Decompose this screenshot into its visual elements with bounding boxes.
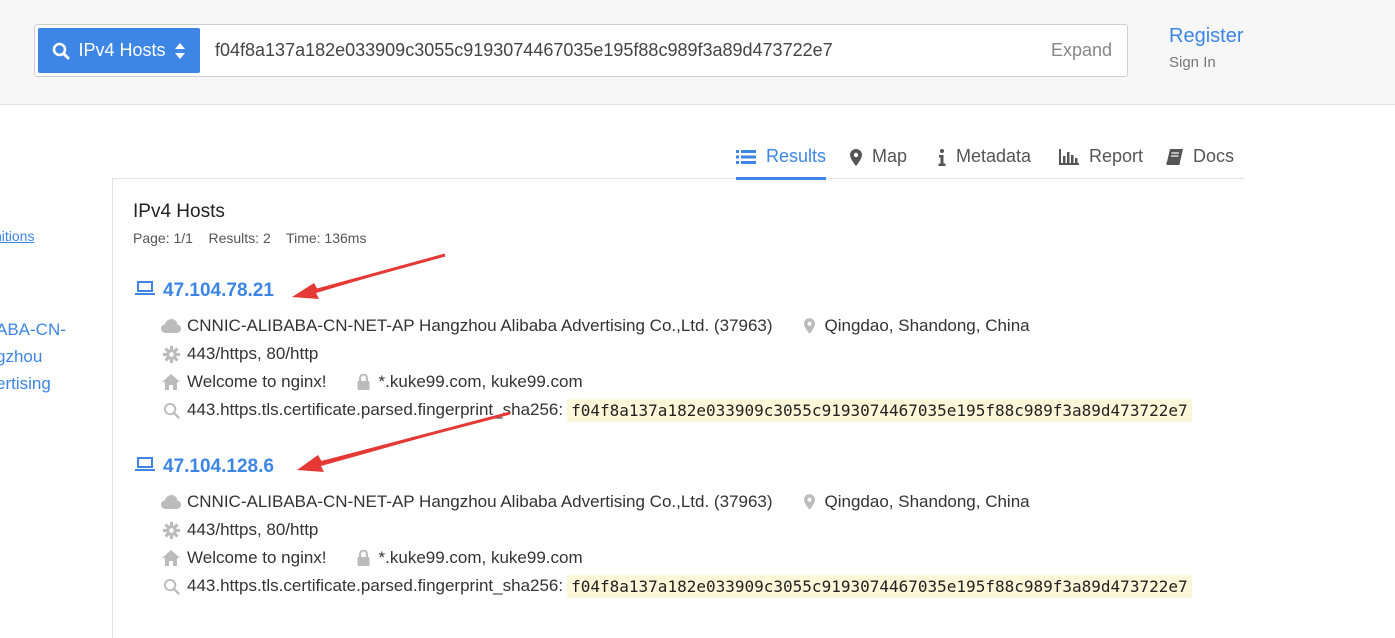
- host-match-row: 443.https.tls.certificate.parsed.fingerp…: [161, 574, 1245, 598]
- list-icon: [736, 146, 756, 170]
- definitions-link[interactable]: nitions: [0, 228, 34, 244]
- host-title-row: Welcome to nginx! *.kuke99.com, kuke99.c…: [161, 370, 583, 394]
- gear-icon: [161, 345, 181, 363]
- tab-label: Results: [766, 146, 827, 166]
- facet-line: ertising: [0, 374, 51, 393]
- sort-updown-icon: [174, 42, 186, 60]
- map-marker-icon: [850, 146, 862, 171]
- map-marker-icon: [801, 318, 819, 334]
- facet-line: ABA-CN-: [0, 320, 66, 339]
- tab-docs[interactable]: Docs: [1166, 146, 1234, 176]
- host-page-title: Welcome to nginx!: [187, 548, 327, 567]
- search-box: IPv4 Hosts f04f8a137a182e033909c3055c919…: [34, 24, 1128, 77]
- host-location: Qingdao, Shandong, China: [824, 492, 1030, 511]
- host-asn: CNNIC-ALIBABA-CN-NET-AP Hangzhou Alibaba…: [187, 316, 773, 335]
- host-cert-names: *.kuke99.com, kuke99.com: [378, 372, 583, 391]
- facet-sidebar: nitions ABA-CN- gzhou ertising: [0, 178, 113, 638]
- host-ip-link[interactable]: 47.104.78.21: [135, 280, 274, 302]
- tab-map[interactable]: Map: [850, 146, 907, 176]
- host-title-row: Welcome to nginx! *.kuke99.com, kuke99.c…: [161, 546, 583, 570]
- info-icon: [938, 146, 946, 171]
- view-tabs: Results Map Metadata Report Docs: [112, 140, 1244, 180]
- laptop-icon: [135, 456, 155, 478]
- host-ip-link[interactable]: 47.104.128.6: [135, 456, 274, 478]
- tab-label: Metadata: [956, 146, 1032, 166]
- annotation-arrow-1: [292, 253, 446, 299]
- expand-button[interactable]: Expand: [1051, 25, 1112, 76]
- facet-asn-link[interactable]: ABA-CN- gzhou ertising: [0, 316, 96, 397]
- search-type-label: IPv4 Hosts: [78, 40, 166, 60]
- host-location: Qingdao, Shandong, China: [824, 316, 1030, 335]
- book-icon: [1166, 146, 1183, 170]
- tab-label: Map: [872, 146, 908, 166]
- register-link[interactable]: Register: [1169, 25, 1243, 48]
- tab-metadata[interactable]: Metadata: [938, 146, 1031, 176]
- search-icon: [161, 578, 181, 595]
- tab-label: Report: [1089, 146, 1144, 166]
- host-services-row: 443/https, 80/http: [161, 342, 318, 366]
- results-meta: Page: 1/1 Results: 2 Time: 136ms: [133, 230, 367, 246]
- host-match-value: f04f8a137a182e033909c3055c9193074467035e…: [567, 398, 1192, 422]
- host-match-row: 443.https.tls.certificate.parsed.fingerp…: [161, 398, 1245, 422]
- host-match-field: 443.https.tls.certificate.parsed.fingerp…: [187, 576, 564, 595]
- bar-chart-icon: [1059, 146, 1079, 170]
- sign-in-link[interactable]: Sign In: [1169, 54, 1216, 71]
- search-input[interactable]: f04f8a137a182e033909c3055c9193074467035e…: [215, 25, 833, 76]
- host-asn-row: CNNIC-ALIBABA-CN-NET-AP Hangzhou Alibaba…: [161, 490, 1030, 514]
- tab-label: Docs: [1193, 146, 1235, 166]
- search-type-dropdown[interactable]: IPv4 Hosts: [38, 28, 200, 73]
- host-ip: 47.104.78.21: [163, 280, 274, 301]
- facet-line: gzhou: [0, 347, 43, 366]
- home-icon: [161, 550, 181, 566]
- host-match-field: 443.https.tls.certificate.parsed.fingerp…: [187, 400, 564, 419]
- search-icon: [52, 42, 70, 60]
- cloud-icon: [161, 495, 181, 509]
- tab-report[interactable]: Report: [1059, 146, 1143, 176]
- lock-icon: [355, 374, 373, 390]
- host-services-row: 443/https, 80/http: [161, 518, 318, 542]
- search-icon: [161, 402, 181, 419]
- host-cert-names: *.kuke99.com, kuke99.com: [378, 548, 583, 567]
- laptop-icon: [135, 280, 155, 302]
- top-bar: IPv4 Hosts f04f8a137a182e033909c3055c919…: [0, 0, 1395, 105]
- map-marker-icon: [801, 494, 819, 510]
- home-icon: [161, 374, 181, 390]
- host-match-value: f04f8a137a182e033909c3055c9193074467035e…: [567, 574, 1192, 598]
- host-services: 443/https, 80/http: [187, 520, 319, 539]
- tab-results[interactable]: Results: [736, 146, 827, 180]
- lock-icon: [355, 550, 373, 566]
- host-page-title: Welcome to nginx!: [187, 372, 327, 391]
- host-services: 443/https, 80/http: [187, 344, 319, 363]
- results-title: IPv4 Hosts: [133, 201, 225, 222]
- host-ip: 47.104.128.6: [163, 456, 274, 477]
- cloud-icon: [161, 319, 181, 333]
- gear-icon: [161, 521, 181, 539]
- host-asn: CNNIC-ALIBABA-CN-NET-AP Hangzhou Alibaba…: [187, 492, 773, 511]
- host-asn-row: CNNIC-ALIBABA-CN-NET-AP Hangzhou Alibaba…: [161, 314, 1030, 338]
